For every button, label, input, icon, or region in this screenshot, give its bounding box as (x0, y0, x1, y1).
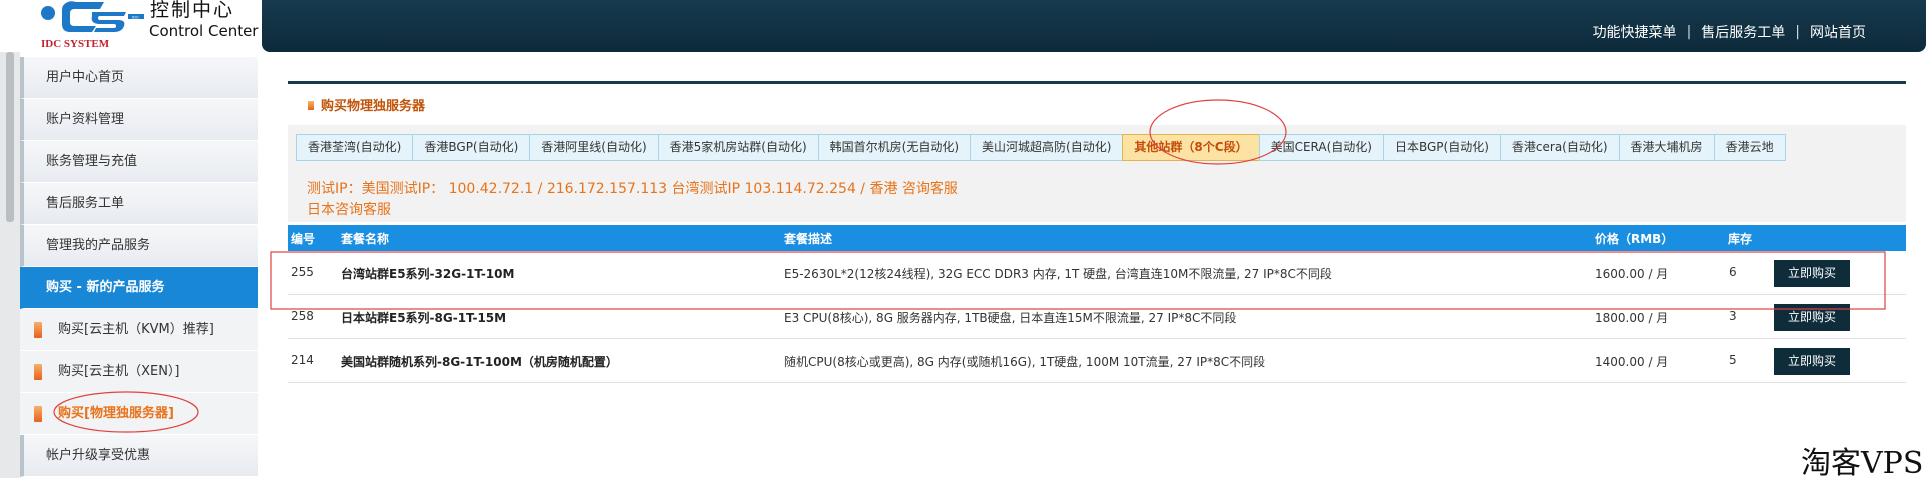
sidebar-item-account-profile[interactable]: 账户资料管理 (20, 99, 258, 141)
table-header: 编号 套餐名称 套餐描述 价格（RMB） 库存 (288, 225, 1906, 251)
logo-title-cn: 控制中心 (150, 0, 235, 21)
quick-menu-link[interactable]: 功能快捷菜单 (1593, 22, 1677, 42)
tab-hk-5dc-cluster[interactable]: 香港5家机房站群(自动化) (657, 134, 819, 161)
col-header-price: 价格（RMB） (1595, 232, 1674, 246)
row-stock: 5 (1729, 353, 1737, 367)
col-header-desc: 套餐描述 (784, 232, 833, 246)
col-header-name: 套餐名称 (341, 232, 390, 246)
tab-hk-tsuen-wan[interactable]: 香港荃湾(自动化) (296, 134, 414, 161)
tab-hk-cloud[interactable]: 香港云地 (1713, 134, 1786, 161)
site-home-link[interactable]: 网站首页 (1810, 22, 1866, 42)
sidebar-item-upgrade[interactable]: 帐户升级享受优惠 (20, 435, 258, 477)
sidebar-subitem-kvm[interactable]: 购买[云主机（KVM）推荐] (20, 309, 258, 351)
tab-jp-bgp[interactable]: 日本BGP(自动化) (1382, 134, 1501, 161)
row-id: 214 (291, 353, 314, 367)
top-header: 功能快捷菜单 | 售后服务工单 | 网站首页 (262, 0, 1926, 52)
row-name: 台湾站群E5系列-32G-1T-10M (341, 267, 515, 281)
table-row: 214 美国站群随机系列-8G-1T-100M（机房随机配置） 随机CPU(8核… (288, 339, 1906, 383)
sidebar-scroll-thumb[interactable] (6, 52, 14, 222)
sidebar-subitem-label: 购买[物理独服务器] (58, 406, 174, 421)
tab-hk-bgp[interactable]: 香港BGP(自动化) (412, 134, 531, 161)
row-price: 1800.00 / 月 (1595, 311, 1669, 325)
sidebar-item-support-tickets[interactable]: 售后服务工单 (20, 183, 258, 225)
bullet-icon (34, 364, 42, 380)
page-right-edge (1913, 52, 1926, 478)
row-desc: 随机CPU(8核心或更高), 8G 内存(或随机16G), 1T硬盘, 100M… (784, 355, 1266, 369)
table-row: 255 台湾站群E5系列-32G-1T-10M E5-2630L*2(12核24… (288, 251, 1906, 295)
tab-hk-ali[interactable]: 香港阿里线(自动化) (529, 134, 659, 161)
row-desc: E5-2630L*2(12核24线程), 32G ECC DDR3 内存, 1T… (784, 267, 1332, 281)
panel-title: 购买物理独服务器 (321, 99, 426, 114)
row-name: 美国站群随机系列-8G-1T-100M（机房随机配置） (341, 355, 618, 369)
notice-line-2: 日本咨询客服 (307, 202, 391, 218)
row-price: 1600.00 / 月 (1595, 267, 1669, 281)
idc-system-logo: IDC IDC SYSTEM (41, 1, 144, 50)
notice-line-1: 测试IP：美国测试IP： 100.42.72.1 / 216.172.157.1… (307, 181, 958, 197)
sidebar-subitem-dedicated[interactable]: 购买[物理独服务器] (20, 393, 258, 435)
sidebar-item-billing[interactable]: 账务管理与充值 (20, 141, 258, 183)
buy-now-button[interactable]: 立即购买 (1774, 348, 1850, 375)
logo-title-en: Control Center (149, 22, 259, 40)
test-ip-notice: 测试IP：美国测试IP： 100.42.72.1 / 216.172.157.1… (288, 169, 1906, 222)
main-panel: 购买物理独服务器 香港荃湾(自动化) 香港BGP(自动化) 香港阿里线(自动化)… (288, 81, 1906, 387)
sidebar-subitem-label: 购买[云主机（KVM）推荐] (58, 322, 214, 337)
sidebar-scrollbar[interactable] (0, 52, 20, 478)
sidebar: 用户中心首页 账户资料管理 账务管理与充值 售后服务工单 管理我的产品服务 购买… (20, 57, 258, 477)
row-desc: E3 CPU(8核心), 8G 服务器内存, 1TB硬盘, 日本直连15M不限流… (784, 311, 1237, 325)
svg-text:IDC: IDC (132, 15, 139, 20)
header-separator: | (1795, 24, 1800, 40)
sidebar-subitem-xen[interactable]: 购买[云主机（XEN）] (20, 351, 258, 393)
panel-header: 购买物理独服务器 (288, 84, 1906, 120)
row-id: 258 (291, 309, 314, 323)
title-marker-icon (308, 101, 314, 110)
tab-us-cera[interactable]: 美国CERA(自动化) (1258, 134, 1384, 161)
tab-hk-cera[interactable]: 香港cera(自动化) (1499, 134, 1620, 161)
sidebar-item-user-home[interactable]: 用户中心首页 (20, 57, 258, 99)
buy-now-button[interactable]: 立即购买 (1774, 304, 1850, 331)
tab-us-high-defense[interactable]: 美山河城超高防(自动化) (970, 134, 1124, 161)
header-links: 功能快捷菜单 | 售后服务工单 | 网站首页 (1593, 22, 1866, 42)
tab-other-cluster[interactable]: 其他站群（8个C段） (1122, 134, 1260, 161)
table-row: 258 日本站群E5系列-8G-1T-15M E3 CPU(8核心), 8G 服… (288, 295, 1906, 339)
row-price: 1400.00 / 月 (1595, 355, 1669, 369)
svg-text:IDC SYSTEM: IDC SYSTEM (41, 38, 110, 50)
row-name: 日本站群E5系列-8G-1T-15M (341, 311, 507, 325)
header-separator: | (1686, 24, 1692, 40)
sidebar-item-buy-new[interactable]: 购买 - 新的产品服务 (20, 267, 258, 309)
sidebar-item-my-services[interactable]: 管理我的产品服务 (20, 225, 258, 267)
bullet-icon (34, 322, 42, 338)
col-header-id: 编号 (291, 232, 316, 246)
row-id: 255 (291, 265, 314, 279)
sidebar-subitem-label: 购买[云主机（XEN）] (58, 364, 180, 379)
col-header-stock: 库存 (1728, 232, 1753, 246)
buy-now-button[interactable]: 立即购买 (1774, 260, 1850, 287)
tab-kr-seoul[interactable]: 韩国首尔机房(无自动化) (817, 134, 972, 161)
app-root: IDC IDC SYSTEM 控制中心 Control Center 功能快捷菜… (0, 0, 1926, 478)
logo-area: IDC IDC SYSTEM 控制中心 Control Center (0, 0, 262, 52)
row-stock: 6 (1729, 265, 1737, 279)
bullet-icon (34, 406, 42, 422)
location-tabs: 香港荃湾(自动化) 香港BGP(自动化) 香港阿里线(自动化) 香港5家机房站群… (288, 125, 1906, 169)
support-ticket-link[interactable]: 售后服务工单 (1701, 22, 1785, 42)
row-stock: 3 (1729, 309, 1737, 323)
watermark-text: 淘客VPS (1801, 446, 1924, 478)
tab-hk-taipo[interactable]: 香港大埔机房 (1618, 134, 1715, 161)
